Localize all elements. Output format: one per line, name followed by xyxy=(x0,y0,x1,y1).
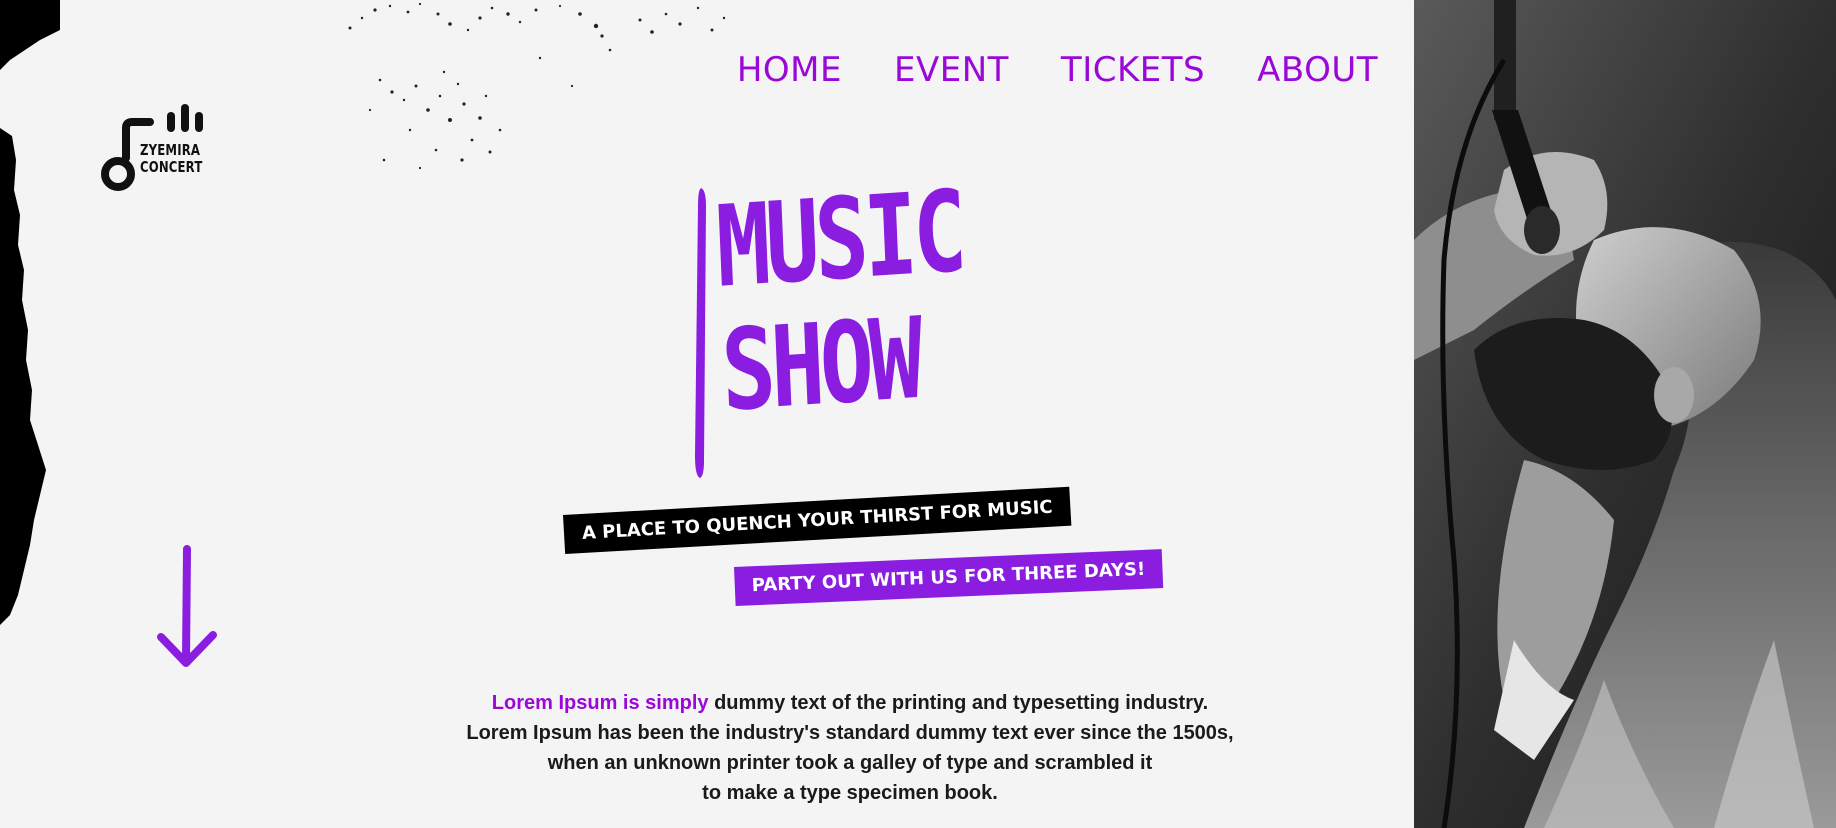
hero-title: MUSIC SHOW xyxy=(713,166,970,437)
nav-tickets[interactable]: TICKETS xyxy=(1061,50,1205,90)
description-line1: Lorem Ipsum is simply dummy text of the … xyxy=(440,688,1260,718)
arrow-down-icon[interactable] xyxy=(155,543,219,673)
tagline-banner: A PLACE TO QUENCH YOUR THIRST FOR MUSIC xyxy=(563,486,1072,554)
nav-event[interactable]: EVENT xyxy=(894,50,1009,90)
singer-photo xyxy=(1414,0,1836,828)
description-highlight: Lorem Ipsum is simply xyxy=(491,692,709,714)
description-line3: when an unknown printer took a galley of… xyxy=(547,752,1153,774)
brand-name-line2: CONCERT xyxy=(140,158,203,176)
description-line1-text: dummy text of the printing and typesetti… xyxy=(708,692,1209,714)
nav-about[interactable]: ABOUT xyxy=(1257,50,1378,90)
brand-name: ZYEMIRA CONCERT xyxy=(140,142,202,176)
title-brush-bar xyxy=(695,188,706,478)
brand-name-line1: ZYEMIRA xyxy=(140,141,201,159)
hero-title-line1: MUSIC xyxy=(713,166,965,313)
ink-splatter-decoration xyxy=(348,2,726,170)
brand-logo[interactable]: ZYEMIRA CONCERT xyxy=(98,104,218,194)
main-nav: HOME EVENT TICKETS ABOUT xyxy=(737,50,1378,90)
nav-home[interactable]: HOME xyxy=(737,50,842,90)
hero-title-line2: SHOW xyxy=(719,293,921,437)
description-line2: Lorem Ipsum has been the industry's stan… xyxy=(466,722,1234,744)
description-line4: to make a type specimen book. xyxy=(702,782,998,804)
hero-description: Lorem Ipsum is simply dummy text of the … xyxy=(440,688,1260,808)
torn-paper-decoration xyxy=(0,0,60,625)
subtagline-banner: PARTY OUT WITH US FOR THREE DAYS! xyxy=(734,549,1163,606)
